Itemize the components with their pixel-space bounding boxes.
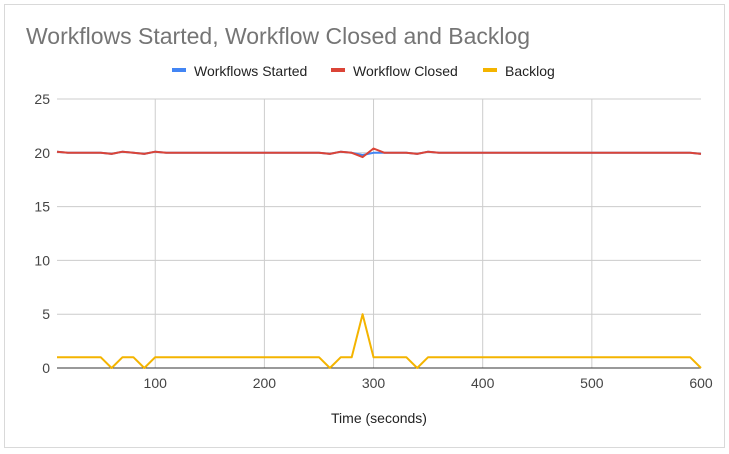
legend-swatch-backlog: [483, 68, 497, 72]
y-tick-label: 15: [34, 199, 50, 215]
legend-label-workflow-closed: Workflow Closed: [353, 63, 458, 79]
legend-label-workflows-started: Workflows Started: [194, 63, 307, 79]
y-tick-label: 25: [34, 91, 50, 107]
y-tick-label: 20: [34, 145, 50, 161]
x-tick-label: 300: [362, 375, 386, 391]
y-tick-label: 5: [42, 306, 50, 322]
legend: Workflows Started Workflow Closed Backlog: [172, 63, 555, 79]
legend-swatch-workflow-closed: [331, 68, 345, 72]
x-tick-label: 200: [253, 375, 277, 391]
y-tick-label: 10: [34, 252, 50, 268]
legend-label-backlog: Backlog: [505, 63, 555, 79]
x-tick-label: 600: [689, 375, 713, 391]
x-tick-label: 400: [471, 375, 495, 391]
series-line-backlog: [57, 313, 702, 369]
gridlines: [57, 98, 701, 369]
legend-swatch-workflows-started: [172, 68, 186, 72]
x-tick-label: 100: [144, 375, 168, 391]
line-chart: 0 5 10 15 20 25 100 200 300 400 500 600 Workflows S…: [34, 63, 713, 426]
y-tick-label: 0: [42, 360, 50, 376]
x-tick-label: 500: [580, 375, 604, 391]
x-axis-title: Time (seconds): [331, 410, 427, 426]
series-lines: [56, 147, 702, 369]
